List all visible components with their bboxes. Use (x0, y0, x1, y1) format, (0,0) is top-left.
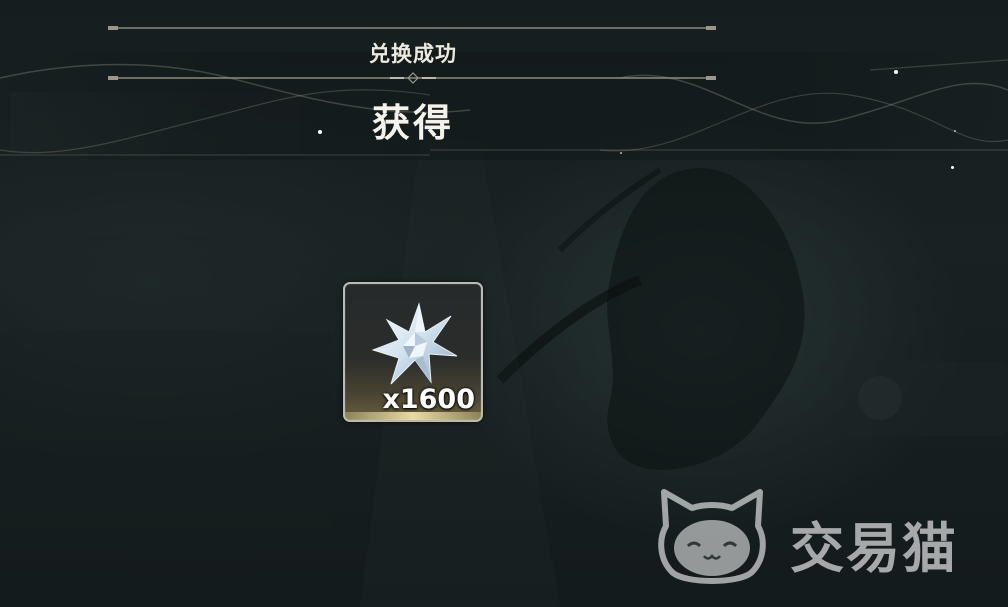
exchange-success-subtitle: 兑换成功 (369, 42, 457, 66)
obtained-title: 获得 (371, 101, 454, 145)
sparkle (954, 130, 956, 132)
crystal-star-icon (371, 302, 458, 385)
sparkle (620, 152, 622, 154)
sparkle (894, 70, 898, 74)
sparkle (318, 130, 322, 134)
sparkle (951, 166, 954, 169)
reward-quantity: x1600 (382, 384, 475, 415)
reward-popup-screen[interactable]: 兑换成功 获得 x1600 交易猫 (0, 0, 1008, 607)
reward-item-slot[interactable]: x1600 (343, 282, 483, 422)
